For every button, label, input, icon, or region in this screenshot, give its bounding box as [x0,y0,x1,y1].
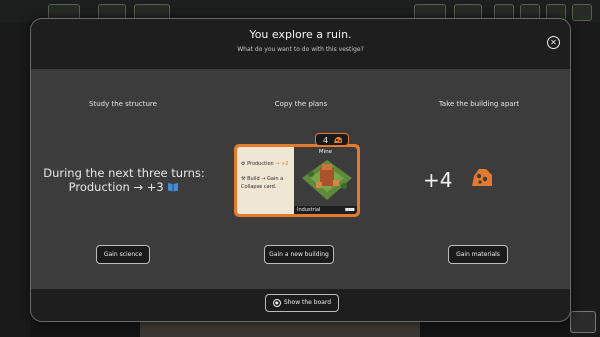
science-book-icon [168,183,179,192]
card-production-value: → +2 [275,161,289,167]
study-effect-line1: During the next three turns: [43,166,205,180]
materials-value: +4 [423,168,453,192]
build-icon: ⚒ [241,176,246,182]
card-build-line2: Collapse card. [241,184,277,190]
card-type-bar: Industrial ▪▪▪ [294,206,357,214]
dialog-header: You explore a ruin. What do you want to … [31,19,570,69]
card-text-panel: ⚙ Production → +2 ⚒ Build → Gain a Colla… [237,147,294,214]
gain-materials-button[interactable]: Gain materials [448,245,508,264]
ruin-dialog: You explore a ruin. What do you want to … [30,18,571,322]
dismantle-heading: Take the building apart [438,100,520,108]
card-build-text: Build → Gain a [247,176,284,182]
materials-icon [472,169,492,186]
study-heading: Study the structure [89,100,157,108]
card-build-line1: ⚒ Build → Gain a [241,176,283,182]
close-icon[interactable]: ✕ [547,36,560,49]
card-slots-icon: ▪▪▪ [344,206,355,213]
mine-illustration [302,160,352,200]
background-settings-button [572,4,592,21]
card-type: Industrial [297,207,321,213]
materials-icon [334,137,342,143]
materials-reward: +4 [423,168,533,192]
background-right-panel [570,22,600,337]
background-corner-button [570,311,596,333]
gain-science-button[interactable]: Gain science [96,245,150,264]
show-board-label: Show the board [283,299,332,306]
study-effect-line2-row: Production → +3 [39,180,209,194]
study-effect-line2: Production → +3 [68,180,164,194]
card-production-row: ⚙ Production → +2 [241,161,288,167]
copy-heading: Copy the plans [274,100,328,108]
dialog-body: Study the structure During the next thre… [31,69,570,289]
building-card[interactable]: ⚙ Production → +2 ⚒ Build → Gain a Colla… [234,144,360,217]
production-icon: ⚙ [241,161,246,167]
dialog-footer: ● Show the board [31,289,570,321]
card-art: Mine Industrial ▪▪▪ [294,147,357,214]
dialog-subtitle: What do you want to do with this vestige… [237,46,364,53]
show-board-button[interactable]: ● Show the board [265,294,339,312]
gain-building-button[interactable]: Gain a new building [264,245,334,264]
card-cost: 4 [323,136,329,145]
background-left-panel [0,22,30,337]
eye-icon: ● [272,299,281,307]
dialog-title: You explore a ruin. [249,28,352,41]
card-production-label: Production [247,161,274,167]
card-face: ⚙ Production → +2 ⚒ Build → Gain a Colla… [237,147,357,214]
card-name: Mine [318,149,333,155]
card-cost-badge: 4 [315,133,349,146]
study-effect: During the next three turns: Production … [39,166,209,194]
